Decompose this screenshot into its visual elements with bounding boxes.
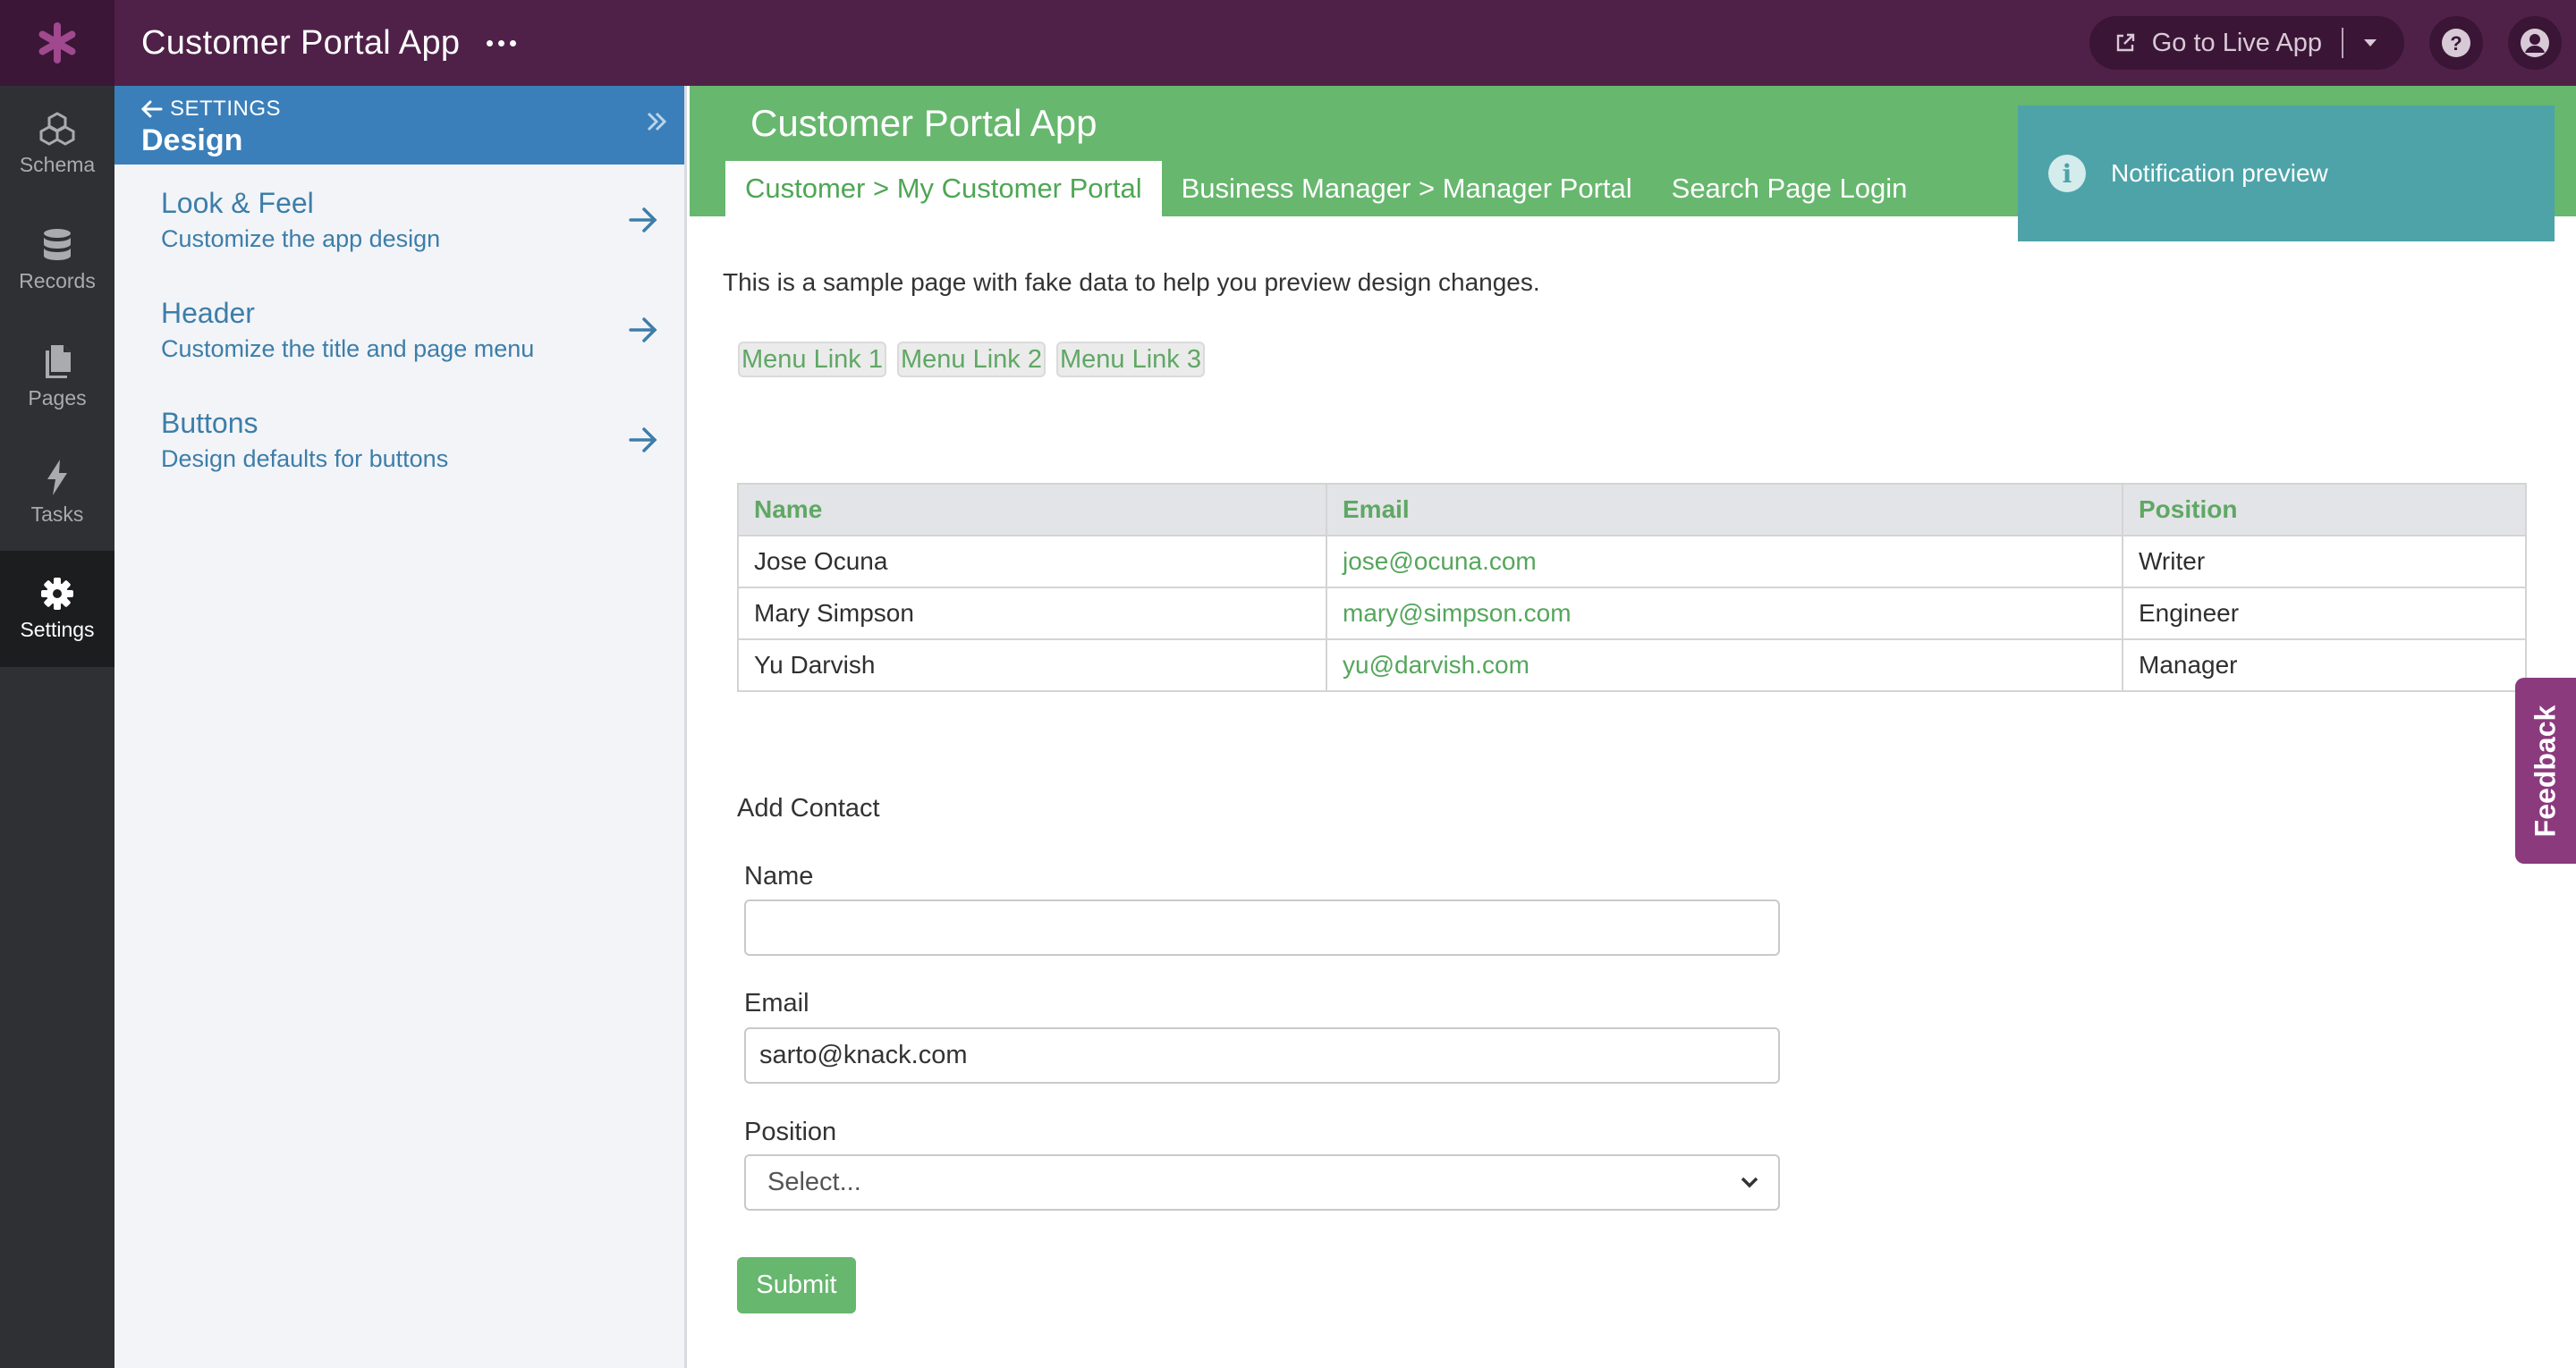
setting-title: Header <box>161 296 255 329</box>
gear-icon <box>41 577 73 610</box>
form-title: Add Contact <box>737 794 880 823</box>
nav-item-pages[interactable]: Pages <box>0 318 114 435</box>
nav-label-pages: Pages <box>28 385 87 410</box>
setting-title: Buttons <box>161 406 258 439</box>
app-logo[interactable] <box>0 0 114 86</box>
tab-manager-portal[interactable]: Business Manager > Manager Portal <box>1162 161 1652 216</box>
setting-link-look-and-feel[interactable]: Look & Feel Customize the app design <box>161 165 657 274</box>
chevron-down-icon <box>1741 1177 1758 1187</box>
back-to-settings-link[interactable]: SETTINGS <box>141 97 657 122</box>
cubes-icon <box>39 111 75 146</box>
help-icon: ? <box>2442 29 2470 57</box>
arrow-left-icon <box>141 100 163 118</box>
database-icon <box>44 228 71 260</box>
notification-preview: i Notification preview <box>2018 106 2555 241</box>
back-link-label: SETTINGS <box>170 97 282 121</box>
position-field-label: Position <box>744 1118 837 1146</box>
nav-label-tasks: Tasks <box>30 502 84 526</box>
collapse-panel-icon[interactable] <box>647 111 666 132</box>
nav-label-schema: Schema <box>19 152 96 176</box>
position-selected-value: Select... <box>767 1168 861 1196</box>
pages-icon <box>46 344 71 378</box>
setting-subtitle: Customize the title and page menu <box>161 334 535 362</box>
table-row: Yu Darvish yu@darvish.com Manager <box>737 638 2527 692</box>
setting-link-header[interactable]: Header Customize the title and page menu <box>161 274 657 384</box>
column-header-email[interactable]: Email <box>1326 483 2123 536</box>
design-preview: Customer Portal App Customer > My Custom… <box>690 86 2576 1368</box>
menu-link[interactable]: Menu Link 3 <box>1056 342 1205 377</box>
settings-panel: SETTINGS Design Look & Feel Customize th… <box>114 86 687 1368</box>
arrow-right-icon <box>629 207 657 232</box>
help-button[interactable]: ? <box>2429 16 2483 70</box>
panel-title: Design <box>141 123 243 157</box>
more-dots-icon[interactable] <box>487 39 517 46</box>
arrow-right-icon <box>629 317 657 342</box>
tab-customer-portal[interactable]: Customer > My Customer Portal <box>725 161 1162 216</box>
top-bar: Customer Portal App Go to Live App ? <box>0 0 2576 86</box>
setting-title: Look & Feel <box>161 186 314 219</box>
setting-subtitle: Customize the app design <box>161 224 441 252</box>
table-row: Jose Ocuna jose@ocuna.com Writer <box>737 535 2527 588</box>
feedback-label: Feedback <box>2529 705 2562 837</box>
cell-position: Writer <box>2122 535 2527 588</box>
nav-item-records[interactable]: Records <box>0 202 114 318</box>
menu-links: Menu Link 1 Menu Link 2 Menu Link 3 <box>738 342 1205 377</box>
asterisk-logo-icon <box>38 22 76 63</box>
svg-text:?: ? <box>2450 32 2462 55</box>
name-field[interactable] <box>744 899 1780 956</box>
cell-email[interactable]: mary@simpson.com <box>1326 587 2123 640</box>
notification-text: Notification preview <box>2111 159 2328 187</box>
column-header-position[interactable]: Position <box>2122 483 2527 536</box>
menu-link[interactable]: Menu Link 2 <box>897 342 1046 377</box>
go-to-live-app-button[interactable]: Go to Live App <box>2089 16 2404 70</box>
nav-label-records: Records <box>19 268 96 292</box>
user-account-button[interactable] <box>2508 16 2562 70</box>
setting-subtitle: Design defaults for buttons <box>161 444 449 472</box>
cell-position: Manager <box>2122 638 2527 692</box>
arrow-right-icon <box>629 426 657 452</box>
position-select[interactable]: Select... <box>744 1154 1780 1211</box>
cell-name: Yu Darvish <box>737 638 1327 692</box>
email-field[interactable]: sarto@knack.com <box>744 1027 1780 1084</box>
tab-search-page-login[interactable]: Search Page Login <box>1652 161 1928 216</box>
setting-link-buttons[interactable]: Buttons Design defaults for buttons <box>161 384 657 494</box>
preview-tabs: Customer > My Customer Portal Business M… <box>725 161 1927 216</box>
nav-label-settings: Settings <box>20 617 95 641</box>
preview-app-title: Customer Portal App <box>750 102 1097 144</box>
cell-email[interactable]: yu@darvish.com <box>1326 638 2123 692</box>
menu-link[interactable]: Menu Link 1 <box>738 342 886 377</box>
nav-item-settings[interactable]: Settings <box>0 551 114 667</box>
cell-position: Engineer <box>2122 587 2527 640</box>
left-nav: Schema Records Pages Tasks Settings <box>0 86 114 1368</box>
caret-down-icon[interactable] <box>2363 38 2377 47</box>
app-title: Customer Portal App <box>141 23 461 62</box>
intro-text: This is a sample page with fake data to … <box>723 268 1540 296</box>
go-to-live-app-label: Go to Live App <box>2151 28 2322 57</box>
table-row: Mary Simpson mary@simpson.com Engineer <box>737 587 2527 640</box>
lightning-icon <box>47 459 67 495</box>
info-icon: i <box>2048 155 2086 192</box>
submit-button[interactable]: Submit <box>737 1257 856 1313</box>
user-icon <box>2521 29 2549 57</box>
external-link-icon <box>2116 33 2134 52</box>
name-field-label: Name <box>744 862 814 891</box>
email-field-label: Email <box>744 989 809 1018</box>
nav-item-tasks[interactable]: Tasks <box>0 435 114 551</box>
column-header-name[interactable]: Name <box>737 483 1327 536</box>
table-header-row: Name Email Position <box>737 483 2527 536</box>
nav-item-schema[interactable]: Schema <box>0 86 114 202</box>
cell-name: Mary Simpson <box>737 587 1327 640</box>
contacts-table: Name Email Position Jose Ocuna jose@ocun… <box>737 483 2527 692</box>
cell-email[interactable]: jose@ocuna.com <box>1326 535 2123 588</box>
feedback-tab[interactable]: Feedback <box>2515 678 2576 864</box>
cell-name: Jose Ocuna <box>737 535 1327 588</box>
panel-header: SETTINGS Design <box>114 86 684 165</box>
